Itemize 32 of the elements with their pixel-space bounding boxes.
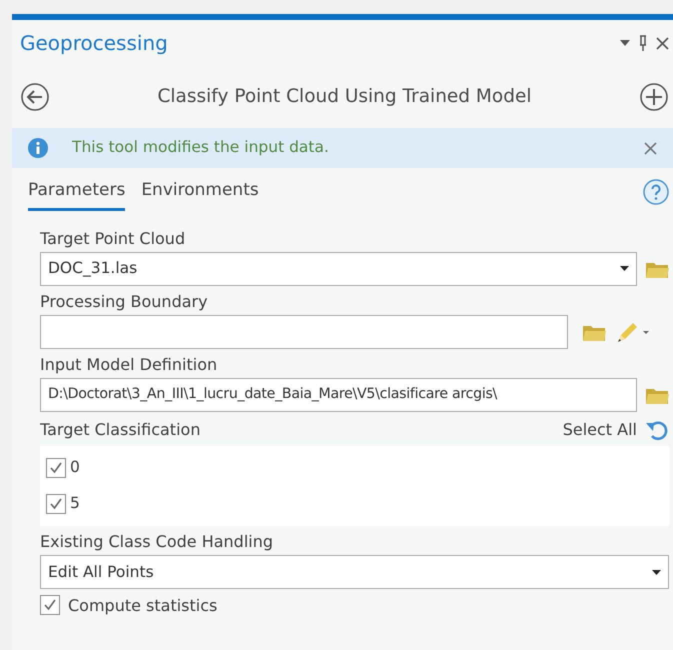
tool-title: Classify Point Cloud Using Trained Model	[156, 85, 532, 110]
checkbox[interactable]	[46, 494, 66, 514]
close-icon[interactable]	[644, 142, 657, 154]
dropdown-field[interactable]: DOC_31.las	[40, 252, 637, 286]
checkbox[interactable]	[46, 458, 66, 478]
caret-icon	[652, 570, 661, 575]
parameter-label: Target Classification	[40, 420, 200, 440]
pin-icon[interactable]	[638, 35, 648, 51]
input-field[interactable]	[40, 314, 568, 349]
message-text: This tool modifies the input data.	[72, 137, 329, 158]
add-icon[interactable]	[639, 82, 669, 112]
help-icon[interactable]	[643, 178, 669, 204]
info-icon	[28, 138, 48, 158]
checkbox-label: 5	[70, 493, 80, 514]
tab[interactable]: Parameters	[28, 178, 126, 210]
caret-icon[interactable]	[620, 40, 630, 46]
checkbox[interactable]	[40, 595, 60, 616]
select-all-link[interactable]: Select All	[562, 418, 637, 442]
input-field[interactable]: D:\Doctorat\3_An_III\1_lucru_date_Baia_Mare\V5\clasificare arcgis\	[40, 378, 637, 412]
back-icon[interactable]	[20, 82, 50, 112]
parameter-label: Input Model Definition	[40, 354, 218, 374]
parameter-label: Existing Class Code Handling	[40, 532, 274, 552]
close-icon[interactable]	[656, 36, 669, 50]
dropdown-field[interactable]: Edit All Points	[40, 555, 669, 590]
caret-icon	[620, 266, 629, 272]
tab[interactable]: Environments	[141, 178, 259, 210]
parameter-label: Processing Boundary	[40, 292, 209, 311]
parameter-label: Target Point Cloud	[40, 228, 186, 248]
checkbox-label: 0	[70, 457, 80, 478]
checkbox-label: Compute statistics	[68, 596, 218, 615]
pane-title: Geoprocessing	[20, 30, 168, 57]
undo-icon[interactable]	[645, 419, 669, 442]
